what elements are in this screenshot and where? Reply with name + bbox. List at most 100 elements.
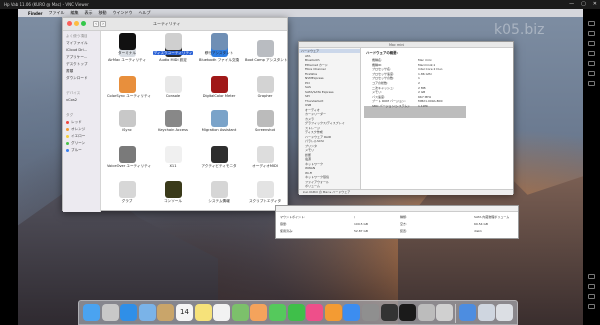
report-category-item[interactable]: カードリーダー	[305, 112, 326, 116]
finder-app-item[interactable]: Keychain Access	[153, 110, 193, 132]
sidebar-item[interactable]: ブルー	[66, 148, 82, 153]
vnc-toolbar-icon[interactable]	[588, 71, 595, 76]
window-zoom-button[interactable]	[81, 21, 86, 26]
sidebar-item[interactable]: vCos2	[66, 98, 77, 102]
finder-icon[interactable]	[83, 304, 100, 321]
menu-go[interactable]: 移動	[99, 10, 107, 16]
facetime-icon[interactable]	[287, 304, 305, 321]
forward-button[interactable]: ›	[100, 21, 106, 27]
back-button[interactable]: ‹	[93, 21, 99, 27]
vnc-toolbar-icon[interactable]	[588, 41, 595, 46]
sidebar-item[interactable]: 書類	[66, 69, 73, 74]
report-category-item[interactable]: ボリューム	[305, 184, 320, 188]
disk-utility-dock-icon[interactable]	[417, 304, 435, 321]
vnc-toolbar-icon[interactable]	[588, 274, 595, 279]
report-category-item[interactable]: Ethernet カード	[305, 63, 328, 67]
reminders-icon[interactable]	[213, 304, 231, 321]
report-category-item[interactable]: オーディオ	[305, 108, 320, 112]
sidebar-item[interactable]: ダウンロード	[66, 76, 88, 81]
finder-app-item[interactable]: スクリプトエディタ	[245, 181, 285, 203]
menu-finder[interactable]: Finder	[28, 11, 43, 16]
terminal-dock-icon[interactable]	[399, 304, 417, 321]
launchpad-icon[interactable]	[101, 304, 119, 321]
finder-app-item[interactable]: iSync	[107, 110, 147, 132]
messages-icon[interactable]	[269, 304, 286, 321]
ibooks-icon[interactable]	[324, 304, 342, 321]
finder-app-item[interactable]: Screenshot	[245, 110, 285, 132]
finder-app-item[interactable]: システム情報	[199, 181, 239, 203]
finder-app-item[interactable]: Boot Camp アシスタント	[245, 40, 287, 62]
vnc-toolbar-icon[interactable]	[588, 61, 595, 66]
menu-view[interactable]: 表示	[85, 10, 93, 16]
activity-monitor-dock-icon[interactable]	[380, 304, 398, 321]
finder-app-item[interactable]: アクティビティモニタ	[199, 146, 239, 168]
report-category-item[interactable]: ハードウェア RAID	[305, 135, 331, 139]
report-category-item[interactable]: ネットワーク	[305, 162, 323, 166]
window-minimize-button[interactable]	[74, 21, 79, 26]
menu-window[interactable]: ウインドウ	[113, 10, 133, 16]
safari-icon[interactable]	[120, 304, 138, 321]
report-category-item[interactable]: ハードウェア	[301, 49, 319, 53]
finder-app-item[interactable]: DigitalColor Meter	[199, 76, 239, 98]
sidebar-item[interactable]: アプリケー...	[66, 55, 87, 60]
report-category-item[interactable]: メモリ	[305, 148, 314, 152]
system-info-dock-icon[interactable]	[436, 304, 454, 321]
report-category-item[interactable]: Fibre Channel	[305, 67, 326, 71]
vnc-toolbar-icon[interactable]	[588, 294, 595, 299]
report-category-item[interactable]: カメラ	[305, 117, 314, 121]
finder-app-item[interactable]: X11	[153, 146, 193, 168]
notes-icon[interactable]	[194, 304, 212, 321]
report-category-item[interactable]: PCI	[305, 81, 310, 85]
report-category-item[interactable]: 診断	[305, 153, 311, 157]
vnc-toolbar-icon[interactable]	[588, 284, 595, 289]
finder-app-item[interactable]: 移行アシスタント	[199, 33, 239, 55]
menu-file[interactable]: ファイル	[49, 10, 65, 16]
report-category-item[interactable]: SPI	[305, 94, 310, 98]
photos-icon[interactable]	[250, 304, 268, 321]
finder-app-item[interactable]: ColorSync ユーティリティ	[107, 76, 151, 98]
report-category-item[interactable]: ディスク作成	[305, 130, 323, 134]
window-close-button[interactable]	[67, 21, 72, 26]
finder-app-item[interactable]: Console	[153, 76, 193, 98]
trash-icon[interactable]	[496, 304, 514, 321]
report-category-item[interactable]: ネットワーク環境	[305, 175, 329, 179]
maximize-button[interactable]: ▢	[581, 1, 586, 7]
report-category-item[interactable]: 電源	[305, 157, 311, 161]
system-preferences-icon[interactable]	[362, 304, 379, 321]
appstore-icon[interactable]	[343, 304, 361, 321]
report-category-item[interactable]: Thunderbolt	[305, 99, 323, 103]
finder-app-item[interactable]: ディスクユーティリティ	[153, 33, 193, 55]
finder-app-item[interactable]: Grapher	[245, 76, 285, 98]
sidebar-item[interactable]: マイファイル	[66, 41, 88, 46]
report-category-item[interactable]: SAS	[305, 85, 311, 89]
report-category-item[interactable]: WWAN	[305, 166, 315, 170]
sidebar-item[interactable]: iCloud Dri...	[66, 48, 87, 52]
report-category-item[interactable]: NVMExpress	[305, 76, 324, 80]
vnc-toolbar-icon[interactable]	[588, 304, 595, 309]
vnc-toolbar-icon[interactable]	[588, 51, 595, 56]
minimize-button[interactable]: —	[569, 1, 574, 7]
calendar-icon[interactable]: 14	[176, 304, 193, 321]
report-category-item[interactable]: Wi-Fi	[305, 171, 312, 175]
report-category-item[interactable]: ATA	[305, 54, 310, 58]
vnc-toolbar-icon[interactable]	[588, 31, 595, 36]
sidebar-item[interactable]: オレンジ	[66, 127, 85, 132]
documents-stack-icon[interactable]	[477, 304, 495, 321]
report-category-item[interactable]: FireWire	[305, 72, 317, 76]
vnc-toolbar-icon[interactable]	[588, 81, 595, 86]
close-button[interactable]: ✕	[593, 1, 597, 7]
contacts-icon[interactable]	[157, 304, 175, 321]
report-category-item[interactable]: パラレルSCSI	[305, 139, 324, 143]
report-category-item[interactable]: ストレージ	[305, 126, 320, 130]
finder-app-item[interactable]: オーディオMIDI	[245, 146, 285, 168]
menu-help[interactable]: ヘルプ	[139, 10, 151, 16]
vnc-toolbar-icon[interactable]	[588, 21, 595, 26]
downloads-stack-icon[interactable]	[459, 304, 476, 321]
report-category-item[interactable]: SATA/SATA Express	[305, 90, 334, 94]
report-category-item[interactable]: USB	[305, 103, 311, 107]
finder-app-item[interactable]: Migration Assistant	[199, 110, 239, 132]
finder-app-item[interactable]: ターミナル	[107, 33, 147, 55]
finder-app-item[interactable]: VoiceOver ユーティリティ	[107, 146, 151, 168]
report-category-item[interactable]: プリンタ	[305, 144, 317, 148]
sidebar-item[interactable]: デスクトップ	[66, 62, 88, 67]
